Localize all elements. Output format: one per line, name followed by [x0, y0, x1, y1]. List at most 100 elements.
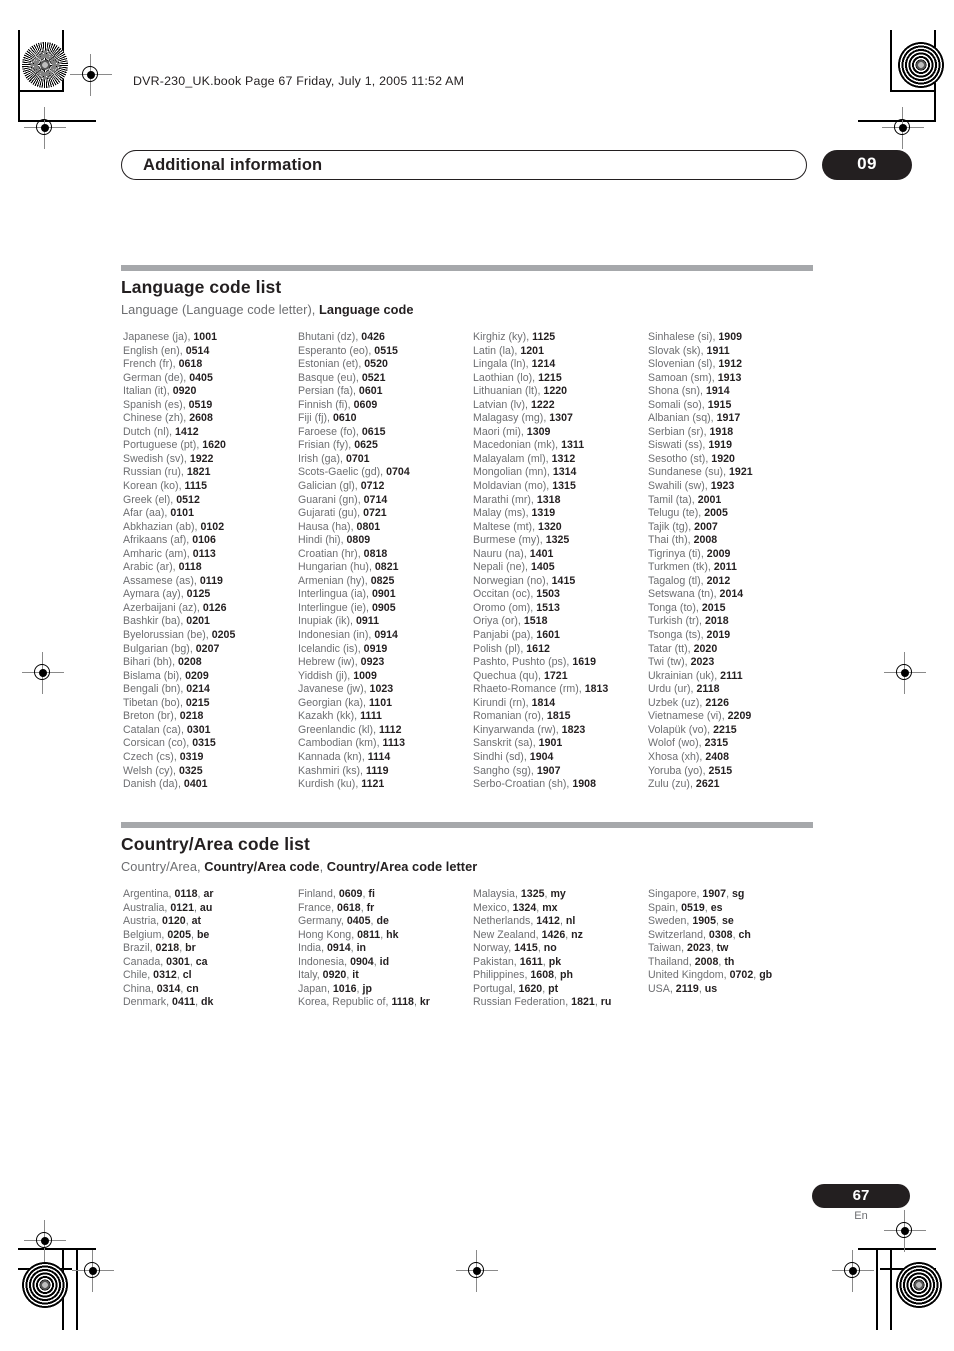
- code-entry: Serbo-Croatian (sh), 1908: [473, 778, 648, 792]
- code-entry-name: Hindi (hi),: [298, 534, 347, 547]
- code-entry: Italy, 0920, it: [298, 969, 473, 983]
- code-entry-name: Azerbaijani (az),: [123, 601, 203, 614]
- code-entry-name: Pashto, Pushto (ps),: [473, 656, 573, 669]
- crop-mark-line: [876, 1248, 878, 1330]
- registration-starburst-icon: [22, 42, 68, 88]
- code-entry-code: 0314: [156, 982, 181, 995]
- code-entry-name: Macedonian (mk),: [473, 439, 562, 452]
- code-entry: Tibetan (bo), 0215: [123, 697, 298, 711]
- code-entry: Hindi (hi), 0809: [298, 534, 473, 548]
- code-entry-name: Bihari (bh),: [123, 656, 179, 669]
- code-entry-letter: th: [724, 955, 735, 968]
- code-entry-name: Nauru (na),: [473, 547, 530, 560]
- code-entry: Icelandic (is), 0919: [298, 643, 473, 657]
- code-entry: Bengali (bn), 0214: [123, 683, 298, 697]
- code-entry-code: 0809: [346, 534, 371, 547]
- code-entry-letter: fr: [366, 901, 375, 914]
- code-entry-name: Malagasy (mg),: [473, 412, 550, 425]
- code-entry: Serbian (sr), 1918: [648, 426, 838, 440]
- code-entry: Lithuanian (lt), 1220: [473, 385, 648, 399]
- code-entry-letter: my: [550, 888, 566, 900]
- code-column: Malaysia, 1325, my Mexico, 1324, mx Nether…: [473, 888, 648, 1010]
- code-entry-name: Catalan (ca),: [123, 723, 187, 736]
- code-entry-code: 2005: [704, 507, 728, 520]
- code-entry-code: 0811: [357, 928, 381, 941]
- code-entry: Taiwan, 2023, tw: [648, 942, 838, 956]
- code-entry: Laothian (lo), 1215: [473, 372, 648, 386]
- code-entry-name: Kirundi (rn),: [473, 696, 532, 709]
- code-entry-name: Japan,: [298, 982, 333, 995]
- code-entry: Scots-Gaelic (gd), 0704: [298, 466, 473, 480]
- code-entry: Kirghiz (ky), 1125: [473, 331, 648, 345]
- code-entry: United Kingdom, 0702, gb: [648, 969, 838, 983]
- code-entry-name: Hebrew (iw),: [298, 656, 361, 669]
- code-entry-letter: nz: [571, 928, 583, 941]
- crop-mark-line: [890, 30, 892, 92]
- code-entry-name: Brazil,: [123, 942, 156, 955]
- code-entry-code: 0919: [363, 642, 388, 655]
- code-entry-name: English (en),: [123, 344, 186, 357]
- section-title: Language code list: [121, 277, 282, 297]
- code-entry-code: 1415: [551, 574, 576, 587]
- code-entry-code: 0401: [183, 778, 208, 791]
- section-rule: [121, 265, 813, 271]
- code-entry-name: India,: [298, 942, 327, 955]
- code-entry-letter: sg: [732, 888, 745, 900]
- code-entry: Azerbaijani (az), 0126: [123, 602, 298, 616]
- code-entry-name: Turkmen (tk),: [648, 561, 714, 574]
- code-entry: New Zealand, 1426, nz: [473, 929, 648, 943]
- code-entry-code: 2118: [696, 683, 720, 696]
- code-entry-name: Spain,: [648, 901, 682, 914]
- code-entry: Catalan (ca), 0301: [123, 724, 298, 738]
- code-entry-code: 1908: [572, 778, 596, 791]
- code-entry-code: 0125: [186, 588, 211, 601]
- code-entry: Kazakh (kk), 1111: [298, 710, 473, 724]
- code-entry-name: Esperanto (eo),: [298, 344, 375, 357]
- code-entry: Korea, Republic of, 1118, kr: [298, 996, 473, 1010]
- code-entry: Sesotho (st), 1920: [648, 453, 838, 467]
- code-entry-code: 0901: [371, 588, 396, 601]
- code-entry-name: Kinyarwanda (rw),: [473, 723, 562, 736]
- code-column: Argentina, 0118, ar Australia, 0121, au Au…: [123, 888, 298, 1010]
- code-entry: Tsonga (ts), 2019: [648, 629, 838, 643]
- code-entry-name: French (fr),: [123, 358, 179, 371]
- code-entry-code: 2008: [694, 955, 719, 968]
- subtitle-plain-2: ,: [319, 859, 327, 874]
- code-entry-name: Greenlandic (kl),: [298, 723, 380, 736]
- code-entry-code: 0615: [361, 425, 386, 438]
- code-column: Bhutani (dz), 0426 Esperanto (eo), 0515 Es…: [298, 331, 473, 792]
- code-entry-code: 1920: [711, 452, 735, 465]
- code-entry: Nauru (na), 1401: [473, 548, 648, 562]
- code-entry-code: 0721: [363, 507, 387, 520]
- code-entry-code: 2001: [697, 493, 722, 506]
- code-entry: Ukrainian (uk), 2111: [648, 670, 838, 684]
- code-entry-name: Aymara (ay),: [123, 588, 187, 601]
- code-entry: Maltese (mt), 1320: [473, 521, 648, 535]
- chapter-number-pill: 09: [822, 150, 912, 180]
- code-entry-letter: se: [721, 915, 734, 928]
- code-entry-code: 2023: [687, 942, 711, 955]
- code-entry-name: Amharic (am),: [123, 547, 193, 560]
- code-entry: Albanian (sq), 1917: [648, 412, 838, 426]
- code-entry-code: 1309: [526, 425, 551, 438]
- code-entry-code: 2023: [690, 656, 715, 669]
- code-entry-code: 1912: [718, 358, 743, 371]
- code-entry-name: Czech (cs),: [123, 750, 180, 763]
- code-entry: Lingala (ln), 1214: [473, 358, 648, 372]
- code-entry-name: Sesotho (st),: [648, 452, 712, 465]
- section-country-code-list: Country/Area code list Country/Area, Cou…: [121, 822, 813, 874]
- code-entry: Pakistan, 1611, pk: [473, 956, 648, 970]
- code-entry: Switzerland, 0308, ch: [648, 929, 838, 943]
- code-entry: Norway, 1415, no: [473, 942, 648, 956]
- code-entry-name: Latvian (lv),: [473, 398, 531, 411]
- code-entry-name: Argentina,: [123, 888, 175, 900]
- code-entry-name: Tsonga (ts),: [648, 629, 707, 642]
- code-entry-code: 0405: [346, 915, 371, 928]
- code-entry-code: 1118: [391, 996, 414, 1009]
- code-entry: Sweden, 1905, se: [648, 915, 838, 929]
- code-entry-code: 1901: [538, 737, 563, 750]
- code-entry-letter: tw: [716, 942, 729, 955]
- code-entry: Armenian (hy), 0825: [298, 575, 473, 589]
- code-entry-code: 1620: [518, 982, 543, 995]
- code-entry-code: 0519: [188, 398, 213, 411]
